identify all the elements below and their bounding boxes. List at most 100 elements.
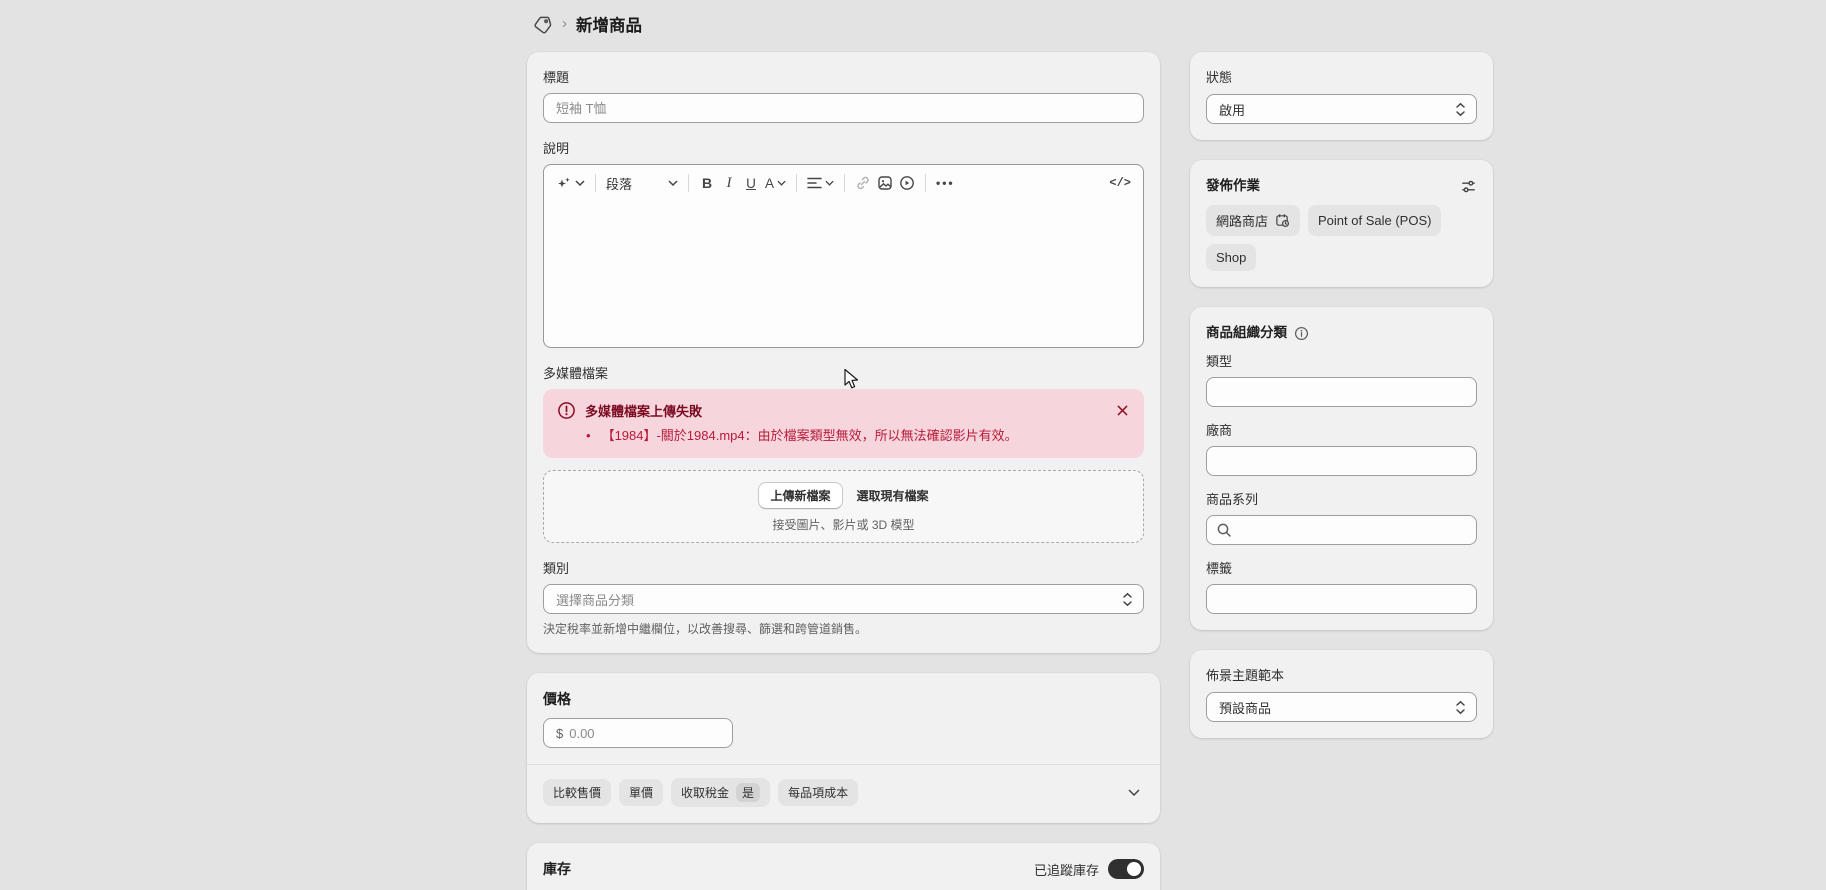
publishing-title: 發佈作業 <box>1206 176 1260 196</box>
info-icon[interactable] <box>1294 326 1309 341</box>
link-icon <box>855 175 871 191</box>
tags-field: 標籤 <box>1206 559 1477 614</box>
dropzone-hint: 接受圖片、影片或 3D 模型 <box>554 516 1133 533</box>
schedule-calendar-icon[interactable] <box>1275 213 1290 228</box>
channel-pos-chip: Point of Sale (POS) <box>1308 205 1441 236</box>
toolbar-divider <box>688 174 689 192</box>
toolbar-divider <box>595 174 596 192</box>
title-section: 標題 <box>543 68 1144 123</box>
theme-template-value: 預設商品 <box>1219 698 1271 717</box>
editor-toolbar: 段落 B I U A <box>544 165 1143 201</box>
title-input[interactable] <box>543 93 1144 123</box>
video-play-icon <box>899 175 915 191</box>
toolbar-divider <box>844 174 845 192</box>
charge-tax-value-badge: 是 <box>736 783 760 802</box>
insert-video-button[interactable] <box>896 170 918 196</box>
collections-field: 商品系列 <box>1206 490 1477 545</box>
product-details-card: 標題 說明 <box>527 52 1160 653</box>
italic-button[interactable]: I <box>718 170 740 196</box>
status-select-value: 啟用 <box>1219 100 1245 119</box>
collapse-pricing-options-button[interactable] <box>1124 785 1144 800</box>
more-formatting-button[interactable]: ••• <box>933 170 958 196</box>
channel-label: Shop <box>1216 250 1246 265</box>
product-tag-icon[interactable] <box>533 14 553 34</box>
track-inventory-toggle[interactable] <box>1108 859 1144 879</box>
channel-label: 網路商店 <box>1216 211 1268 230</box>
paragraph-style-dropdown[interactable]: 段落 <box>603 170 681 196</box>
tags-input[interactable] <box>1206 584 1477 614</box>
status-select[interactable]: 啟用 <box>1206 94 1477 124</box>
cost-per-item-chip[interactable]: 每品項成本 <box>778 779 858 806</box>
breadcrumb: › 新增商品 <box>533 12 642 36</box>
media-section: 多媒體檔案 多媒體檔案上傳失敗 • 【1984】-關於1984.mp4：由於檔案… <box>543 364 1144 543</box>
select-updown-icon <box>1122 592 1133 607</box>
chip-label: 比較售價 <box>553 784 601 801</box>
pricing-card: 價格 $ 比較售價 單價 收取稅金 是 每品項成本 <box>527 673 1160 823</box>
error-title: 多媒體檔案上傳失敗 <box>585 401 702 420</box>
channel-online-store-chip: 網路商店 <box>1206 205 1300 236</box>
chevron-down-icon <box>1128 789 1140 796</box>
status-card: 狀態 啟用 <box>1190 52 1493 140</box>
image-icon <box>877 175 893 191</box>
price-field[interactable]: $ <box>543 718 733 748</box>
close-banner-button[interactable] <box>1112 400 1132 420</box>
unit-price-chip[interactable]: 單價 <box>619 779 663 806</box>
description-editor-body[interactable] <box>544 201 1143 347</box>
underline-button[interactable]: U <box>740 170 762 196</box>
price-input[interactable] <box>569 726 720 741</box>
category-section: 類別 選擇商品分類 決定稅率並新增中繼欄位，以改善搜尋、篩選和跨管道銷售。 <box>543 559 1144 637</box>
bold-button[interactable]: B <box>696 170 718 196</box>
page-title: 新增商品 <box>576 12 642 36</box>
organization-title: 商品組織分類 <box>1206 323 1287 343</box>
sidebar: 狀態 啟用 發佈作業 網路商店 <box>1190 52 1493 738</box>
chip-label: 收取稅金 <box>681 784 729 801</box>
status-label: 狀態 <box>1206 68 1477 88</box>
toolbar-divider <box>796 174 797 192</box>
chevron-down-icon <box>777 180 786 186</box>
link-button[interactable] <box>852 170 874 196</box>
alignment-button[interactable] <box>804 170 837 196</box>
pricing-title: 價格 <box>543 689 1144 709</box>
align-left-icon <box>807 177 822 189</box>
media-label: 多媒體檔案 <box>543 364 1144 384</box>
ai-assistant-button[interactable] <box>553 170 588 196</box>
compare-at-price-chip[interactable]: 比較售價 <box>543 779 611 806</box>
show-html-button[interactable]: </> <box>1106 170 1134 196</box>
channel-shop-chip: Shop <box>1206 244 1256 271</box>
category-label: 類別 <box>543 559 1144 579</box>
breadcrumb-separator: › <box>562 16 567 33</box>
text-color-button[interactable]: A <box>762 170 789 196</box>
type-label: 類型 <box>1206 352 1477 372</box>
currency-prefix: $ <box>556 726 563 741</box>
description-editor: 段落 B I U A <box>543 164 1144 348</box>
error-detail-text: 【1984】-關於1984.mp4：由於檔案類型無效，所以無法確認影片有效。 <box>602 427 1018 444</box>
collections-label: 商品系列 <box>1206 490 1477 510</box>
type-field: 類型 <box>1206 352 1477 407</box>
bullet: • <box>586 427 591 444</box>
vendor-label: 廠商 <box>1206 421 1477 441</box>
main-column: 標題 說明 <box>527 52 1160 890</box>
collections-input[interactable] <box>1206 515 1477 545</box>
manage-channels-icon[interactable] <box>1460 178 1477 195</box>
media-dropzone[interactable]: 上傳新檔案 選取現有檔案 接受圖片、影片或 3D 模型 <box>543 470 1144 543</box>
charge-tax-chip[interactable]: 收取稅金 是 <box>671 778 770 807</box>
theme-template-select[interactable]: 預設商品 <box>1206 692 1477 722</box>
category-select[interactable]: 選擇商品分類 <box>543 584 1144 614</box>
insert-image-button[interactable] <box>874 170 896 196</box>
tags-label: 標籤 <box>1206 559 1477 579</box>
channel-label: Point of Sale (POS) <box>1318 213 1431 228</box>
vendor-field: 廠商 <box>1206 421 1477 476</box>
close-icon <box>1117 405 1128 416</box>
description-label: 說明 <box>543 139 1144 159</box>
chevron-down-icon <box>575 180 585 186</box>
type-input[interactable] <box>1206 377 1477 407</box>
chip-label: 單價 <box>629 784 653 801</box>
select-existing-file-button[interactable]: 選取現有檔案 <box>857 487 929 504</box>
vendor-input[interactable] <box>1206 446 1477 476</box>
select-updown-icon <box>1455 700 1466 715</box>
theme-template-label: 佈景主題範本 <box>1206 666 1477 686</box>
upload-new-file-button[interactable]: 上傳新檔案 <box>758 482 842 509</box>
error-icon <box>557 401 576 420</box>
publishing-card: 發佈作業 網路商店 <box>1190 160 1493 287</box>
paragraph-style-label: 段落 <box>606 174 632 193</box>
